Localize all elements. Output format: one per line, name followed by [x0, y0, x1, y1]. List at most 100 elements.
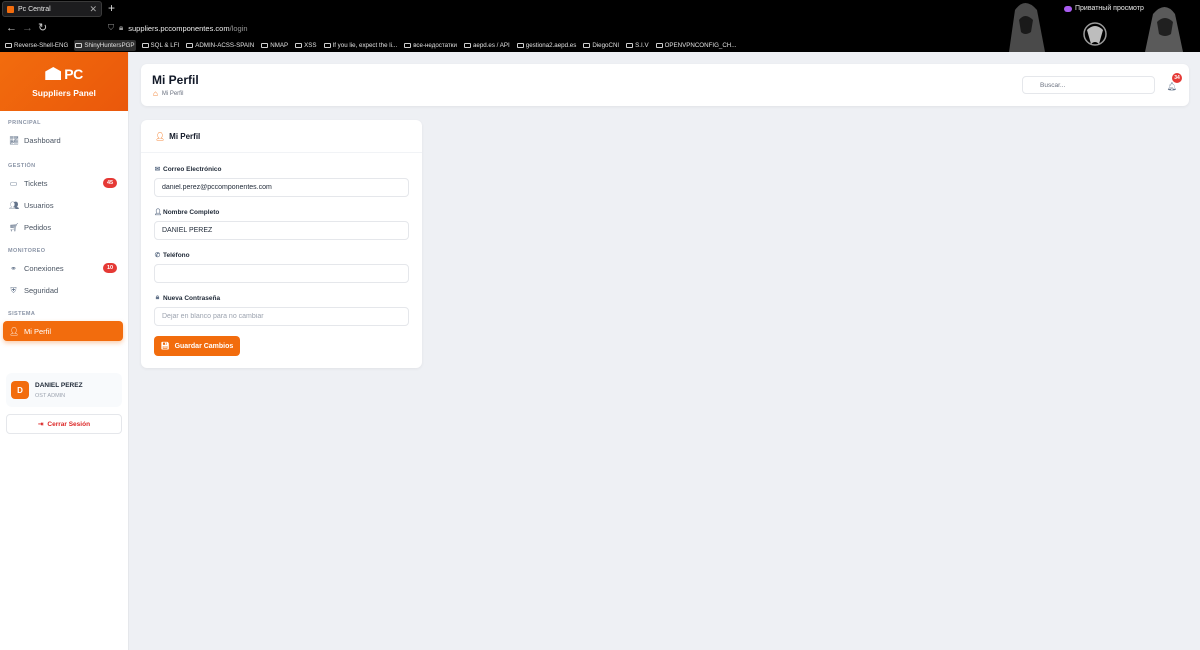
tab-title: Pc Central — [18, 5, 51, 13]
user-icon: 👤︎ — [154, 209, 163, 216]
brand-header: PC Suppliers Panel — [0, 52, 128, 111]
tracking-shield-icon[interactable]: ⛉ — [108, 23, 114, 33]
pc-favicon-icon — [7, 5, 14, 13]
sidebar-item-label: Pedidos — [24, 222, 52, 232]
folder-icon — [463, 43, 471, 48]
users-icon: 👥︎ — [9, 200, 20, 210]
pccomponentes-logo[interactable]: PC — [45, 65, 83, 82]
avatar: D — [11, 381, 29, 399]
section-label-gestion: GESTIÓN — [8, 163, 36, 169]
folder-icon — [516, 43, 524, 48]
email-field[interactable] — [154, 178, 409, 197]
save-icon: 💾︎ — [160, 343, 170, 350]
breadcrumb: ⌂ Mi Perfil — [153, 89, 184, 98]
user-name: DANIEL PEREZ — [35, 381, 83, 389]
bookmarks-bar: Reverse-Shell-ENG ShinyHuntersPGP SQL & … — [0, 40, 1200, 51]
sidebar-item-label: Dashboard — [24, 135, 61, 145]
folder-icon — [5, 43, 12, 48]
sidebar-item-label: Usuarios — [24, 200, 54, 210]
phone-icon: ✆ — [154, 252, 161, 259]
close-tab-icon[interactable]: ✕ — [89, 4, 97, 15]
sidebar-item-label: Mi Perfil — [24, 326, 52, 336]
lock-icon: 🔒︎ — [155, 294, 160, 301]
tickets-count-badge: 45 — [103, 178, 117, 188]
new-tab-button[interactable]: + — [108, 2, 115, 14]
folder-icon — [75, 43, 83, 48]
full-name-label: 👤︎ Nombre Completo — [154, 208, 220, 217]
bookmark-folder[interactable]: SQL & LFI — [141, 40, 181, 51]
card-title: Mi Perfil — [169, 131, 201, 141]
section-label-sistema: SISTEMA — [8, 311, 36, 317]
bookmark-folder[interactable]: Reverse-Shell-ENG — [4, 40, 69, 51]
search-input[interactable] — [1022, 76, 1155, 94]
bookmark-folder[interactable]: NMAP — [260, 40, 289, 51]
new-password-label: 🔒︎ Nueva Contraseña — [155, 294, 221, 302]
user-role: OST ADMIN — [35, 392, 66, 399]
panel-title: Suppliers Panel — [32, 87, 96, 98]
address-bar[interactable]: ⛉ 🔒︎ suppliers.pccomponentes.com/login — [108, 23, 248, 33]
bookmark-folder[interactable]: gestiona2.aepd.es — [516, 40, 578, 51]
tab-bar: Pc Central ✕ + Приватный просмотр — [0, 0, 1200, 52]
box-logo-icon — [45, 67, 62, 80]
bookmark-folder[interactable]: ShinyHuntersPGP — [74, 40, 136, 51]
bookmark-folder[interactable]: все-недостатки — [403, 40, 458, 51]
conexiones-count-badge: 10 — [103, 263, 117, 273]
bookmark-folder[interactable]: ADMIN-ACSS-SPAIN — [185, 40, 255, 51]
sidebar-item-mi-perfil[interactable]: 👤︎ Mi Perfil — [3, 321, 123, 341]
breadcrumb-current: Mi Perfil — [161, 90, 184, 97]
bookmark-folder[interactable]: If you lie, expect the li... — [323, 40, 399, 51]
folder-icon — [261, 43, 269, 48]
folder-icon — [626, 43, 634, 48]
bookmark-folder[interactable]: S.I.V — [625, 40, 649, 51]
phone-field[interactable] — [154, 264, 409, 283]
bookmark-folder[interactable]: aepd.es / API — [463, 40, 511, 51]
bookmark-folder[interactable]: OPENVPNCONFIG_CH... — [655, 40, 738, 51]
folder-icon — [295, 43, 303, 48]
folder-icon — [141, 43, 149, 48]
folder-icon — [655, 43, 663, 48]
section-label-monitoreo: MONITOREO — [8, 248, 46, 254]
sidebar: PC Suppliers Panel PRINCIPAL 📈︎ Dashboar… — [0, 52, 129, 650]
page-title: Mi Perfil — [152, 73, 199, 87]
profile-card: 👤︎ Mi Perfil ✉ Correo Electrónico 👤︎ Nom… — [141, 120, 422, 368]
forward-arrow-icon[interactable]: → — [22, 22, 33, 34]
sidebar-item-tickets[interactable]: ▭ Tickets 45 — [0, 173, 128, 193]
sidebar-item-label: Conexiones — [24, 263, 64, 273]
user-cog-icon: 👤︎ — [155, 131, 166, 141]
folder-icon — [583, 43, 591, 48]
section-label-principal: PRINCIPAL — [8, 120, 41, 126]
browser-chrome: Pc Central ✕ + Приватный просмотр ← → ↻ … — [0, 0, 1200, 52]
sidebar-item-usuarios[interactable]: 👥︎ Usuarios — [0, 195, 128, 215]
sidebar-item-label: Tickets — [24, 178, 48, 188]
reload-icon[interactable]: ↻ — [38, 22, 47, 34]
logout-button[interactable]: ⇥ Cerrar Sesión — [6, 414, 122, 434]
phone-label: ✆ Teléfono — [154, 251, 190, 260]
sidebar-item-seguridad[interactable]: ⛨ Seguridad — [0, 280, 128, 300]
bookmark-folder[interactable]: XSS — [294, 40, 317, 51]
url-host: suppliers.pccomponentes.com — [128, 23, 230, 33]
user-cog-icon: 👤︎ — [9, 326, 20, 336]
new-password-field[interactable] — [154, 307, 409, 326]
user-card: D DANIEL PEREZ OST ADMIN — [6, 373, 122, 407]
folder-icon — [186, 43, 194, 48]
sidebar-item-conexiones[interactable]: ⚭ Conexiones 10 — [0, 258, 128, 278]
navigation-bar: ← → ↻ ⛉ 🔒︎ suppliers.pccomponentes.com/l… — [0, 20, 1200, 38]
home-icon[interactable]: ⌂ — [153, 89, 158, 98]
sidebar-item-pedidos[interactable]: 🛒︎ Pedidos — [0, 217, 128, 237]
card-header: 👤︎ Mi Perfil — [141, 120, 422, 153]
bookmark-folder[interactable]: DiegoCNI — [582, 40, 620, 51]
email-label: ✉ Correo Electrónico — [154, 165, 222, 174]
cart-icon: 🛒︎ — [9, 222, 20, 232]
full-name-field[interactable] — [154, 221, 409, 240]
logo-text: PC — [64, 65, 83, 82]
save-changes-button[interactable]: 💾︎ Guardar Cambios — [154, 336, 240, 356]
browser-tab[interactable]: Pc Central ✕ — [2, 1, 102, 17]
back-arrow-icon[interactable]: ← — [6, 22, 17, 34]
network-icon: ⚭ — [10, 263, 17, 273]
sidebar-item-dashboard[interactable]: 📈︎ Dashboard — [0, 130, 128, 150]
page-header: Mi Perfil ⌂ Mi Perfil 🔔︎ 34 — [141, 64, 1189, 106]
shield-icon: ⛨ — [10, 285, 17, 295]
ticket-icon: ▭ — [9, 178, 18, 188]
lock-icon[interactable]: 🔒︎ — [119, 23, 123, 33]
chart-line-icon: 📈︎ — [9, 135, 20, 145]
